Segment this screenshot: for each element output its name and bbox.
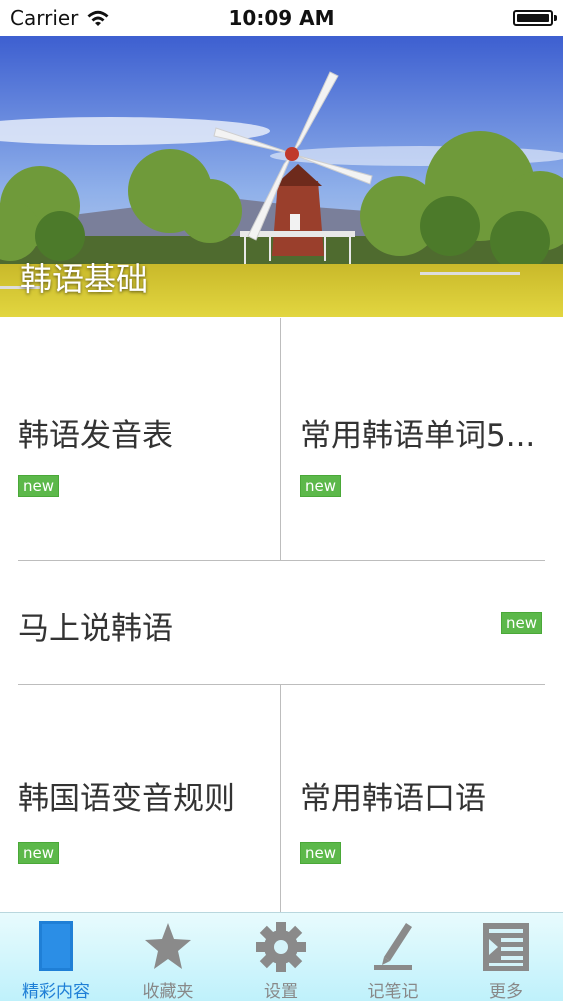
tab-favorites[interactable]: 收藏夹 — [112, 913, 224, 1002]
new-badge: new — [501, 612, 543, 634]
tab-label: 记笔记 — [367, 982, 419, 1002]
new-badge: new — [300, 475, 342, 497]
item-label: 韩语发音表 — [18, 418, 173, 454]
battery-icon — [513, 10, 557, 26]
tab-bar: 精彩内容 收藏夹 设置 记笔记 更多 — [0, 912, 563, 1002]
tab-label: 精彩内容 — [22, 982, 90, 1002]
pen-icon — [374, 923, 412, 970]
new-badge: new — [18, 475, 60, 497]
status-bar: Carrier 10:09 AM — [0, 0, 563, 36]
page-icon — [39, 921, 73, 971]
list-icon — [483, 923, 529, 971]
tab-label: 收藏夹 — [142, 982, 194, 1002]
clock: 10:09 AM — [228, 6, 335, 30]
tab-label: 设置 — [264, 982, 298, 1002]
item-label: 常用韩语口语 — [300, 781, 486, 817]
item-pronunciation-table[interactable]: 韩语发音表 new — [0, 318, 281, 560]
item-common-words[interactable]: 常用韩语单词5... new — [282, 318, 563, 560]
item-common-phrases[interactable]: 常用韩语口语 new — [282, 685, 563, 912]
grid-divider — [280, 685, 281, 912]
banner[interactable]: 韩语基础 — [0, 36, 563, 317]
item-speak-korean-now[interactable]: 马上说韩语 new — [0, 561, 563, 684]
star-icon — [145, 923, 191, 969]
new-badge: new — [18, 842, 60, 864]
item-label: 马上说韩语 — [18, 611, 173, 647]
tab-notes[interactable]: 记笔记 — [337, 913, 449, 1002]
item-sound-change-rules[interactable]: 韩国语变音规则 new — [0, 685, 281, 912]
gear-icon — [256, 922, 306, 972]
tab-more[interactable]: 更多 — [450, 913, 562, 1002]
grid-divider — [280, 318, 281, 560]
tab-featured-content[interactable]: 精彩内容 — [0, 913, 112, 1002]
new-badge: new — [300, 842, 342, 864]
item-label: 韩国语变音规则 — [18, 781, 235, 817]
tab-label: 更多 — [489, 982, 523, 1002]
banner-title: 韩语基础 — [20, 260, 149, 298]
item-label: 常用韩语单词5... — [300, 418, 536, 454]
tab-settings[interactable]: 设置 — [225, 913, 337, 1002]
